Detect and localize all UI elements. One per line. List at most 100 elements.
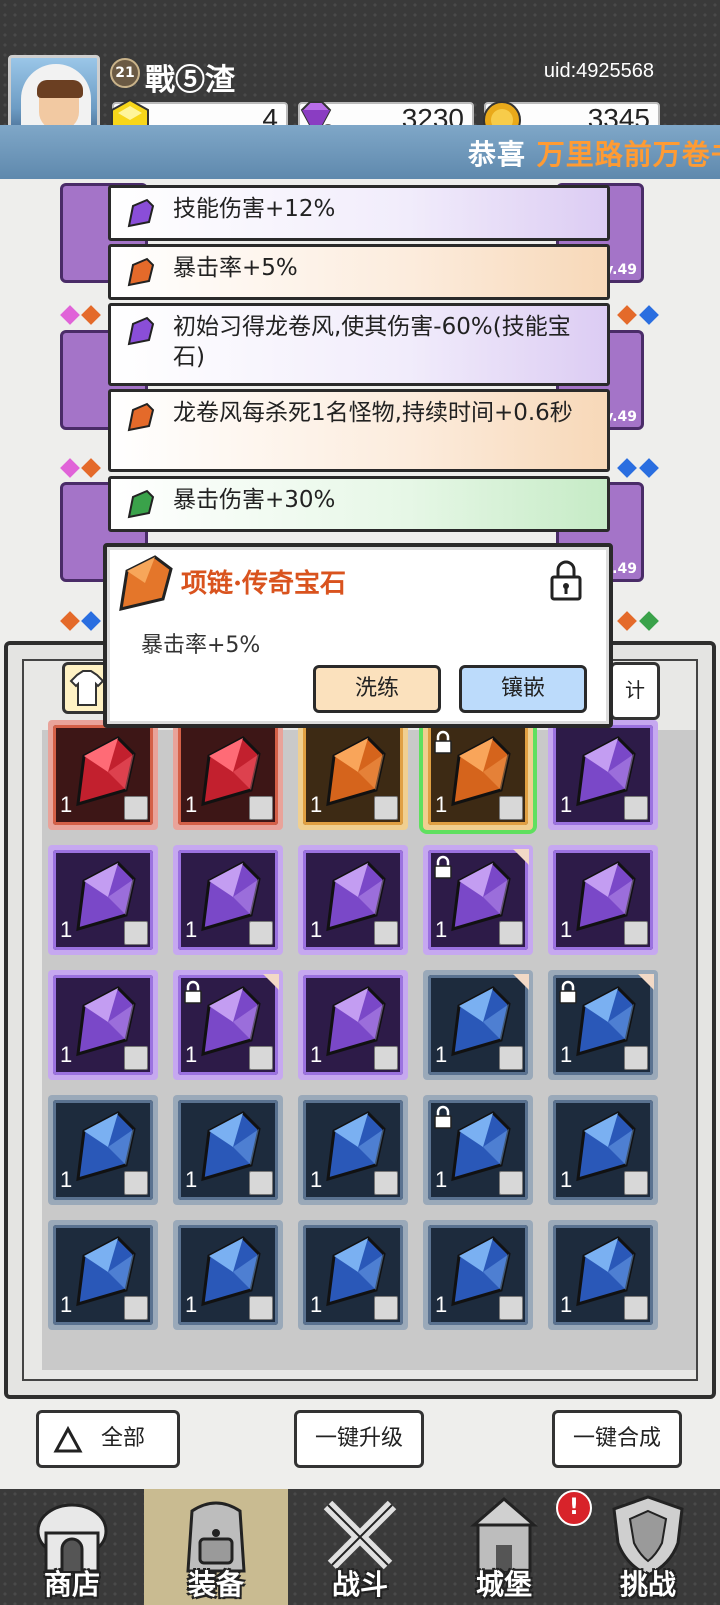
inventory-gem-cell[interactable]: 1 [423, 845, 533, 955]
inventory-gem-cell[interactable]: 1 [548, 1220, 658, 1330]
gem-quantity: 1 [310, 1292, 323, 1317]
inventory-gem-cell[interactable]: 1 [298, 1220, 408, 1330]
armor-icon [374, 796, 398, 820]
boots-icon [499, 1171, 523, 1195]
player-uid: uid:4925568 [543, 60, 654, 82]
orange-gem-icon [127, 402, 155, 432]
gem-quantity: 1 [560, 1292, 573, 1317]
stat-text: 龙卷风每杀死1名怪物,持续时间+0.6秒 [173, 400, 573, 426]
announcement-highlight: 万里路前万卷书 [536, 138, 720, 171]
purple-gem-icon [127, 316, 155, 346]
gem-quantity: 1 [185, 1167, 198, 1192]
inventory-gem-cell[interactable]: 1 [423, 1095, 533, 1205]
weapon-icon [499, 921, 523, 945]
inventory-gem-cell[interactable]: 1 [48, 970, 158, 1080]
gem-quantity: 1 [560, 917, 573, 942]
one-click-upgrade-button[interactable]: 一键升级 [294, 1410, 424, 1468]
nav-shop[interactable]: 商店 [0, 1489, 144, 1605]
weapon-icon [624, 921, 648, 945]
gem-quantity: 1 [435, 1292, 448, 1317]
inventory-gem-cell[interactable]: 1 [298, 970, 408, 1080]
new-corner-marker [638, 974, 654, 990]
green-gem-icon [127, 489, 155, 519]
gem-quantity: 1 [310, 792, 323, 817]
inventory-gem-cell[interactable]: 1 [298, 1095, 408, 1205]
gem-quantity: 1 [435, 1042, 448, 1067]
inventory-gem-cell[interactable]: 1 [173, 720, 283, 830]
inventory-gem-cell[interactable]: 1 [548, 845, 658, 955]
nav-equip-label: 装备 [187, 1568, 244, 1601]
announcement-banner: 恭喜 万里路前万卷书 [0, 125, 720, 179]
gem-quantity: 1 [435, 792, 448, 817]
stat-text: 暴击伤害+30% [173, 487, 336, 513]
nav-battle[interactable]: 战斗 [288, 1489, 432, 1605]
inventory-gem-cell[interactable]: 1 [298, 720, 408, 830]
inventory-gem-cell[interactable]: 1 [423, 720, 533, 830]
gem-quantity: 1 [310, 1167, 323, 1192]
gem-quantity: 1 [60, 917, 73, 942]
inventory-gem-cell[interactable]: 1 [48, 720, 158, 830]
wash-button[interactable]: 洗练 [313, 665, 441, 713]
announcement-text: 恭喜 万里路前万卷书 [468, 133, 720, 173]
inventory-gem-cell[interactable]: 1 [423, 970, 533, 1080]
inlay-button[interactable]: 镶嵌 [459, 665, 587, 713]
filter-all-button[interactable]: 全部 [36, 1410, 180, 1468]
inventory-gem-cell[interactable]: 1 [48, 1095, 158, 1205]
lock-icon [434, 855, 452, 879]
helmet-icon [374, 1046, 398, 1070]
inventory-gem-cell[interactable]: 1 [48, 1220, 158, 1330]
nav-battle-label: 战斗 [331, 1568, 388, 1601]
inventory-side-tab[interactable]: 计 [610, 662, 660, 720]
inventory-gem-cell[interactable]: 1 [173, 1095, 283, 1205]
gem-quantity: 1 [560, 792, 573, 817]
inventory-gem-cell[interactable]: 1 [548, 970, 658, 1080]
inventory-gem-cell[interactable]: 1 [423, 1220, 533, 1330]
orange-gem-icon [127, 257, 155, 287]
nav-castle[interactable]: 城堡 [432, 1489, 576, 1605]
nav-equip[interactable]: 装备 [144, 1489, 288, 1605]
nav-challenge[interactable]: 挑战 [576, 1489, 720, 1605]
armor-icon [249, 1171, 273, 1195]
stat-row-tornado-duration: 龙卷风每杀死1名怪物,持续时间+0.6秒 [108, 389, 610, 472]
helmet-icon [124, 1296, 148, 1320]
nav-shop-label: 商店 [43, 1568, 100, 1601]
ring-icon [499, 1046, 523, 1070]
gem-quantity: 1 [310, 917, 323, 942]
stat-row-crit-rate: 暴击率+5% [108, 244, 610, 300]
helmet-icon [249, 1296, 273, 1320]
new-corner-marker [513, 849, 529, 865]
one-click-merge-button[interactable]: 一键合成 [552, 1410, 682, 1468]
helmet-icon [249, 796, 273, 820]
inventory-gem-cell[interactable]: 1 [548, 720, 658, 830]
armor-icon [124, 1171, 148, 1195]
inventory-gem-cell[interactable]: 1 [173, 970, 283, 1080]
armor-icon [249, 921, 273, 945]
orange-gem-icon [119, 555, 173, 611]
nav-castle-label: 城堡 [475, 1568, 532, 1601]
inventory-gem-cell[interactable]: 1 [173, 1220, 283, 1330]
announcement-prefix: 恭喜 [468, 138, 527, 171]
bottom-nav: 商店 装备 战斗 城堡 挑战 [0, 1489, 720, 1605]
helmet-icon [374, 1296, 398, 1320]
inventory-gem-cell[interactable]: 1 [548, 1095, 658, 1205]
player-name: 戰⑤渣 [145, 63, 235, 98]
armor-icon [124, 921, 148, 945]
gem-quantity: 1 [60, 1042, 73, 1067]
stat-text: 暴击率+5% [173, 255, 298, 281]
castle-notification-badge: ! [556, 1490, 592, 1526]
gem-quantity: 1 [435, 917, 448, 942]
stat-row-tornado-skill: 初始习得龙卷风,使其伤害-60%(技能宝石) [108, 303, 610, 386]
popup-title: 项链·传奇宝石 [181, 569, 347, 599]
lock-icon [434, 730, 452, 754]
nav-challenge-label: 挑战 [619, 1568, 676, 1601]
inventory-gem-cell[interactable]: 1 [173, 845, 283, 955]
weapon-icon [624, 1171, 648, 1195]
gem-detail-popup: 项链·传奇宝石 暴击率+5% 洗练 镶嵌 [103, 543, 613, 728]
necklace-icon [624, 1296, 648, 1320]
lock-icon [184, 980, 202, 1004]
lock-icon[interactable] [549, 559, 583, 601]
inventory-gem-cell[interactable]: 1 [298, 845, 408, 955]
gem-quantity: 1 [435, 1167, 448, 1192]
stat-text: 技能伤害+12% [173, 196, 336, 222]
inventory-gem-cell[interactable]: 1 [48, 845, 158, 955]
